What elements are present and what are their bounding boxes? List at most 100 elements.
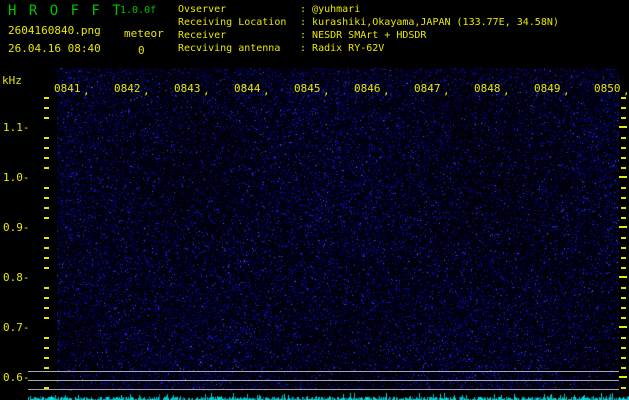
y-axis-major-tick [619, 176, 627, 178]
y-axis-minor-tick [621, 317, 626, 319]
x-axis-tick: , [203, 84, 210, 97]
y-axis-major-tick [619, 126, 627, 128]
y-axis-minor-tick [44, 367, 49, 369]
y-axis-minor-tick [44, 167, 49, 169]
y-axis-minor-tick [621, 117, 626, 119]
info-colon: : [300, 4, 313, 15]
x-axis-time-label: 0846 [354, 82, 381, 95]
y-axis-label: 0.9- [3, 221, 30, 234]
y-axis-label: 0.8- [3, 271, 30, 284]
y-axis-minor-tick [621, 217, 626, 219]
output-filename-label: 2604160840.png [8, 24, 101, 37]
y-axis-minor-tick [44, 337, 49, 339]
y-axis-minor-tick [621, 107, 626, 109]
y-axis-minor-tick [44, 207, 49, 209]
y-axis-minor-tick [44, 117, 49, 119]
y-axis-minor-tick [44, 187, 49, 189]
y-axis-major-tick [619, 226, 627, 228]
info-value: NESDR SMArt + HDSDR [312, 30, 427, 41]
info-row: Receiving Location: kurashiki,Okayama,JA… [178, 16, 559, 29]
x-axis-tick: , [383, 84, 390, 97]
x-axis-tick: , [323, 84, 330, 97]
y-axis-minor-tick [44, 317, 49, 319]
y-axis-label: 0.6- [3, 371, 30, 384]
carrier-line [28, 380, 619, 381]
y-axis-label: 1.0- [3, 171, 30, 184]
x-axis-time-label: 0841 [54, 82, 81, 95]
info-colon: : [300, 30, 313, 41]
y-axis-minor-tick [621, 157, 626, 159]
meteor-counter-label: meteor [124, 27, 164, 40]
info-label: Receiver [178, 30, 227, 41]
meteor-counter-value: 0 [138, 44, 145, 57]
info-value: kurashiki,Okayama,JAPAN (133.77E, 34.58N… [312, 17, 559, 28]
x-axis-time-label: 0843 [174, 82, 201, 95]
x-axis-time-label: 0844 [234, 82, 261, 95]
info-label: Ovserver [178, 4, 227, 15]
observation-datetime-label: 26.04.16 08:40 [8, 42, 101, 55]
x-axis-tick: , [83, 84, 90, 97]
info-colon: : [300, 17, 313, 28]
y-axis-minor-tick [621, 347, 626, 349]
info-row: Recviving antenna: Radix RY-62V [178, 42, 559, 55]
hrofft-screenshot: H R O F F T 1.0.0f 2604160840.png meteor… [0, 0, 629, 400]
y-axis-unit-label: kHz [2, 74, 22, 87]
y-axis-minor-tick [44, 157, 49, 159]
y-axis-minor-tick [44, 197, 49, 199]
y-axis-minor-tick [621, 97, 626, 99]
y-axis-minor-tick [44, 247, 49, 249]
y-axis-major-tick [619, 376, 627, 378]
y-axis-minor-tick [44, 387, 49, 389]
info-value: Radix RY-62V [312, 43, 385, 54]
y-axis-minor-tick [44, 147, 49, 149]
y-axis-minor-tick [621, 337, 626, 339]
x-axis-tick: , [563, 84, 570, 97]
y-axis-minor-tick [44, 97, 49, 99]
y-axis-minor-tick [44, 287, 49, 289]
info-colon: : [300, 43, 313, 54]
x-axis-time-label: 0847 [414, 82, 441, 95]
y-axis-minor-tick [44, 297, 49, 299]
y-axis-label: 1.1- [3, 121, 30, 134]
y-axis-minor-tick [621, 237, 626, 239]
y-axis-minor-tick [621, 287, 626, 289]
y-axis-minor-tick [621, 357, 626, 359]
y-axis-minor-tick [621, 387, 626, 389]
y-axis-minor-tick [44, 307, 49, 309]
x-axis-time-label: 0848 [474, 82, 501, 95]
y-axis-minor-tick [621, 167, 626, 169]
y-axis-minor-tick [44, 257, 49, 259]
y-axis-minor-tick [44, 107, 49, 109]
x-axis-tick: , [443, 84, 450, 97]
x-axis-tick: , [623, 84, 629, 97]
info-value: @yuhmari [312, 4, 361, 15]
carrier-line [28, 371, 619, 372]
info-label: Recviving antenna [178, 43, 281, 54]
y-axis-minor-tick [44, 267, 49, 269]
y-axis-minor-tick [621, 247, 626, 249]
info-row: Ovserver: @yuhmari [178, 3, 559, 16]
info-row: Receiver: NESDR SMArt + HDSDR [178, 29, 559, 42]
x-axis-tick: , [263, 84, 270, 97]
y-axis-minor-tick [621, 207, 626, 209]
app-title: H R O F F T [8, 3, 123, 19]
y-axis-minor-tick [621, 147, 626, 149]
x-axis-tick: , [503, 84, 510, 97]
y-axis-minor-tick [621, 197, 626, 199]
y-axis-major-tick [619, 276, 627, 278]
app-version-label: 1.0.0f [120, 5, 157, 16]
x-axis-time-label: 0842 [114, 82, 141, 95]
x-axis-time-label: 0849 [534, 82, 561, 95]
info-label: Receiving Location [178, 17, 287, 28]
spectrogram-canvas [57, 68, 619, 391]
observer-info-panel: Ovserver: @yuhmari Receiving Location: ku… [178, 3, 559, 55]
x-axis-time-label: 0850 [594, 82, 621, 95]
y-axis-minor-tick [621, 297, 626, 299]
y-axis-major-tick [619, 326, 627, 328]
carrier-line [28, 389, 619, 390]
y-axis-minor-tick [44, 357, 49, 359]
y-axis-minor-tick [44, 347, 49, 349]
y-axis-minor-tick [621, 367, 626, 369]
x-axis-tick: , [143, 84, 150, 97]
x-axis-time-label: 0845 [294, 82, 321, 95]
